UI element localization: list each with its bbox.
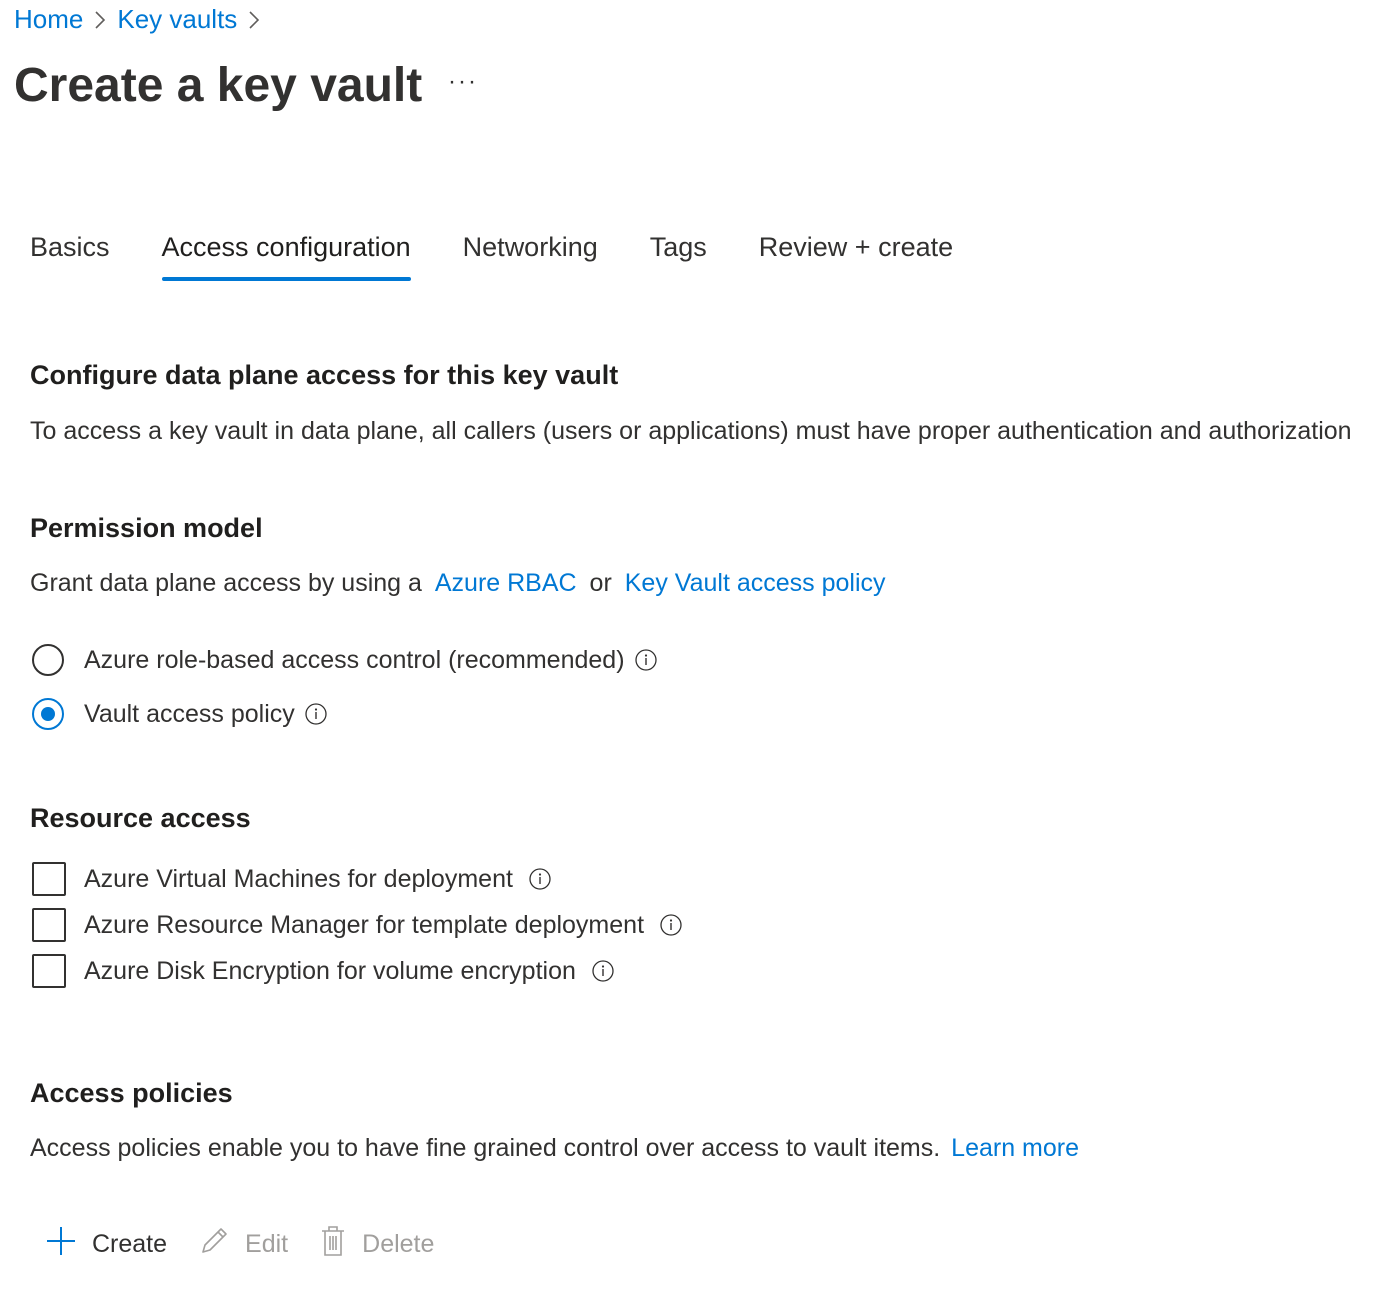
tab-networking[interactable]: Networking [463, 232, 598, 281]
azure-rbac-link[interactable]: Azure RBAC [435, 569, 577, 597]
tab-bar: Basics Access configuration Networking T… [30, 232, 1005, 281]
tab-tags[interactable]: Tags [650, 232, 707, 281]
access-policies-description: Access policies enable you to have fine … [30, 1134, 941, 1162]
resource-option-virtual-machines[interactable]: Azure Virtual Machines for deployment [32, 862, 551, 896]
delete-button[interactable]: Delete [318, 1224, 434, 1265]
key-vault-access-policy-link[interactable]: Key Vault access policy [625, 569, 886, 597]
rbac-radio[interactable] [32, 644, 64, 676]
chevron-right-icon [87, 10, 113, 30]
learn-more-link[interactable]: Learn more [951, 1134, 1079, 1162]
data-plane-heading: Configure data plane access for this key… [30, 360, 619, 390]
pencil-icon [197, 1224, 245, 1265]
tab-basics[interactable]: Basics [30, 232, 110, 281]
virtual-machines-checkbox[interactable] [32, 862, 66, 896]
data-plane-description: To access a key vault in data plane, all… [30, 417, 1352, 445]
rbac-radio-label: Azure role-based access control (recomme… [84, 645, 625, 674]
breadcrumb: Home Key vaults [14, 4, 271, 35]
more-options-icon[interactable]: ··· [448, 68, 478, 96]
breadcrumb-key-vaults-link[interactable]: Key vaults [117, 4, 237, 35]
access-policies-toolbar: Create Edit Delete [44, 1224, 464, 1265]
create-button-label: Create [92, 1230, 168, 1258]
permission-model-heading: Permission model [30, 513, 263, 543]
vault-access-policy-label: Vault access policy [84, 699, 295, 728]
vault-access-policy-radio[interactable] [32, 698, 64, 730]
access-policies-heading: Access policies [30, 1078, 233, 1108]
info-icon[interactable] [529, 868, 551, 890]
chevron-right-icon [241, 10, 267, 30]
info-icon[interactable] [305, 703, 327, 725]
info-icon[interactable] [660, 914, 682, 936]
tab-review-create[interactable]: Review + create [759, 232, 953, 281]
permission-option-rbac[interactable]: Azure role-based access control (recomme… [32, 644, 657, 676]
access-policies-text: Access policies enable you to have fine … [30, 1134, 1079, 1163]
permission-model-or: or [589, 569, 612, 597]
info-icon[interactable] [634, 649, 657, 671]
info-icon[interactable] [592, 960, 614, 982]
edit-button-label: Edit [245, 1230, 289, 1258]
resource-manager-checkbox[interactable] [32, 908, 66, 942]
page-title: Create a key vault [14, 59, 423, 112]
virtual-machines-label: Azure Virtual Machines for deployment [84, 864, 513, 893]
edit-button[interactable]: Edit [197, 1224, 288, 1265]
create-button[interactable]: Create [44, 1224, 167, 1265]
breadcrumb-home-link[interactable]: Home [14, 4, 83, 35]
permission-option-vault-access-policy[interactable]: Vault access policy [32, 698, 327, 730]
resource-option-disk-encryption[interactable]: Azure Disk Encryption for volume encrypt… [32, 954, 614, 988]
trash-icon [318, 1224, 362, 1265]
resource-option-resource-manager[interactable]: Azure Resource Manager for template depl… [32, 908, 682, 942]
disk-encryption-label: Azure Disk Encryption for volume encrypt… [84, 956, 576, 985]
resource-access-heading: Resource access [30, 803, 251, 833]
delete-button-label: Delete [362, 1230, 435, 1258]
permission-model-prefix: Grant data plane access by using a [30, 569, 422, 597]
plus-icon [44, 1224, 92, 1265]
disk-encryption-checkbox[interactable] [32, 954, 66, 988]
tab-access-configuration[interactable]: Access configuration [161, 232, 411, 281]
permission-model-text: Grant data plane access by using a Azure… [30, 569, 886, 598]
resource-manager-label: Azure Resource Manager for template depl… [84, 910, 645, 939]
